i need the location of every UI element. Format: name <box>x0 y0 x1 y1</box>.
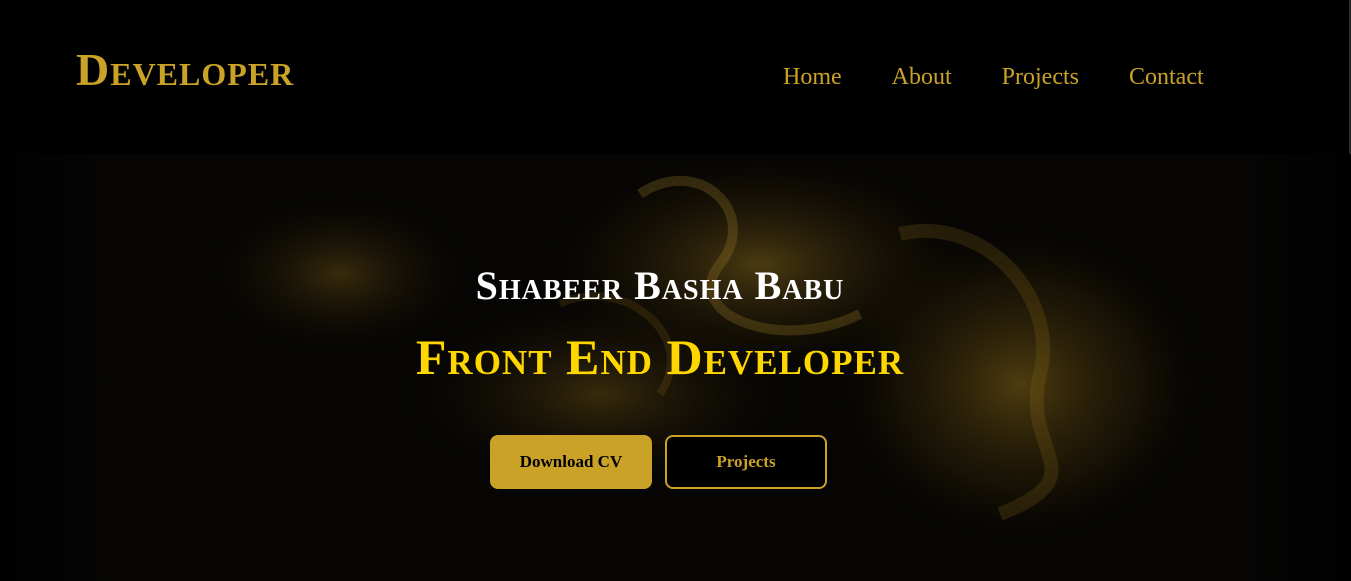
hero-section: Shabeer Basha Babu Front End Developer D… <box>0 154 1351 581</box>
site-logo[interactable]: Developer <box>76 44 294 96</box>
nav-link-contact[interactable]: Contact <box>1129 62 1204 92</box>
nav-link-about[interactable]: About <box>892 62 952 92</box>
hero-name: Shabeer Basha Babu <box>475 263 845 308</box>
navbar: Developer Home About Projects Contact <box>0 0 1351 154</box>
projects-button[interactable]: Projects <box>665 435 827 489</box>
nav-link-home[interactable]: Home <box>783 62 842 92</box>
download-cv-button[interactable]: Download CV <box>490 435 652 489</box>
main-nav: Home About Projects Contact <box>783 62 1204 92</box>
hero-title: Front End Developer <box>415 329 905 385</box>
nav-link-projects[interactable]: Projects <box>1002 62 1079 92</box>
